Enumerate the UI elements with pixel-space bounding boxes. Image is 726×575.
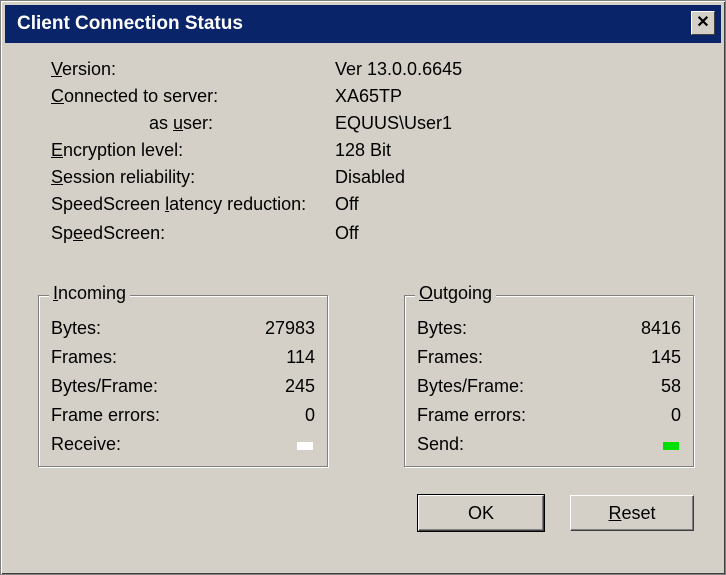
outgoing-send-row: Send: <box>405 434 693 460</box>
outgoing-bytes-label: Bytes: <box>417 318 468 338</box>
incoming-bytes-row: Bytes: 27983 <box>39 318 327 344</box>
speedscreen-value: Off <box>335 223 359 243</box>
version-label: Version: <box>51 59 117 79</box>
send-label: Send: <box>417 434 465 454</box>
client-connection-status-dialog: Client Connection Status ✕ Version: Ver … <box>0 0 726 575</box>
outgoing-frames-label: Frames: <box>417 347 484 367</box>
outgoing-frames-value: 145 <box>650 347 681 367</box>
receive-indicator <box>297 442 313 450</box>
incoming-frames-row: Frames: 114 <box>39 347 327 373</box>
outgoing-errors-value: 0 <box>670 405 681 425</box>
reliability-value: Disabled <box>335 167 406 187</box>
connected-label: Connected to server: <box>51 86 219 106</box>
incoming-errors-label: Frame errors: <box>51 405 161 425</box>
window-title: Client Connection Status <box>17 13 243 34</box>
speedscreen-label: SpeedScreen: <box>51 223 166 243</box>
incoming-receive-row: Receive: <box>39 434 327 460</box>
send-indicator <box>663 442 679 450</box>
incoming-errors-value: 0 <box>304 405 315 425</box>
incoming-bytes-value: 27983 <box>264 318 315 338</box>
outgoing-bpf-value: 58 <box>660 376 681 396</box>
outgoing-errors-label: Frame errors: <box>417 405 527 425</box>
outgoing-bytes-value: 8416 <box>640 318 681 338</box>
outgoing-group-title: Outgoing <box>415 283 497 304</box>
encryption-value: 128 Bit <box>335 140 392 160</box>
connected-value: XA65TP <box>335 86 403 106</box>
user-value: EQUUS\User1 <box>335 113 453 133</box>
incoming-bpf-label: Bytes/Frame: <box>51 376 159 396</box>
latency-label: SpeedScreen latency reduction: <box>51 194 307 214</box>
user-label: as user: <box>149 113 214 133</box>
title-bar[interactable]: Client Connection Status ✕ <box>5 5 721 43</box>
latency-value: Off <box>335 194 359 214</box>
outgoing-group: Outgoing Bytes: 8416 Frames: 145 Bytes/F… <box>404 283 694 467</box>
incoming-bytes-label: Bytes: <box>51 318 102 338</box>
outgoing-errors-row: Frame errors: 0 <box>405 405 693 431</box>
outgoing-bpf-row: Bytes/Frame: 58 <box>405 376 693 402</box>
incoming-group: Incoming Bytes: 27983 Frames: 114 Bytes/… <box>38 283 328 467</box>
incoming-bpf-row: Bytes/Frame: 245 <box>39 376 327 402</box>
outgoing-bpf-label: Bytes/Frame: <box>417 376 525 396</box>
receive-label: Receive: <box>51 434 122 454</box>
outgoing-frames-row: Frames: 145 <box>405 347 693 373</box>
incoming-bpf-value: 245 <box>284 376 315 396</box>
version-value: Ver 13.0.0.6645 <box>335 59 463 79</box>
ok-button[interactable]: OK <box>417 494 545 532</box>
reset-button[interactable]: Reset <box>570 495 694 531</box>
close-icon[interactable]: ✕ <box>691 11 715 35</box>
incoming-frames-value: 114 <box>286 347 315 367</box>
outgoing-bytes-row: Bytes: 8416 <box>405 318 693 344</box>
incoming-errors-row: Frame errors: 0 <box>39 405 327 431</box>
incoming-group-title: Incoming <box>49 283 131 304</box>
reliability-label: Session reliability: <box>51 167 196 187</box>
incoming-frames-label: Frames: <box>51 347 118 367</box>
encryption-label: Encryption level: <box>51 140 184 160</box>
